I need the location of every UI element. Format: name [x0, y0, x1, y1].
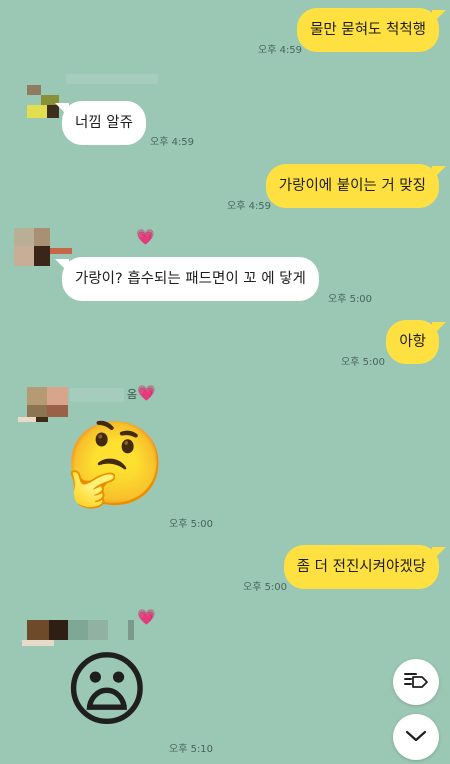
avatar-pixel — [27, 405, 47, 417]
scroll-down-button[interactable] — [393, 714, 439, 760]
message-time: 오후 4:59 — [150, 137, 195, 148]
avatar[interactable] — [14, 228, 36, 246]
list-tag-icon — [403, 669, 429, 695]
my-message-bubble[interactable]: 아항 — [386, 320, 439, 364]
avatar[interactable] — [27, 387, 47, 405]
other-message-bubble[interactable]: 너낌 알쥬 — [62, 101, 146, 145]
message-time: 오후 5:00 — [341, 357, 386, 368]
avatar[interactable] — [27, 85, 41, 95]
anguished-face-emoji[interactable]: 😦 — [64, 650, 149, 732]
avatar-pixel — [47, 105, 59, 118]
avatar-pixel — [14, 246, 34, 266]
bubble-tail — [432, 322, 446, 336]
my-message-bubble[interactable]: 좀 더 전진시켜야겠당 — [283, 545, 439, 589]
bubble-tail — [432, 166, 446, 180]
other-message-bubble[interactable]: 가랑이? 흡수되는 패드면이 꼬 에 닿게 — [62, 257, 319, 301]
message-time: 오후 5:00 — [169, 519, 214, 530]
avatar-pixel — [50, 248, 72, 254]
heart-icon: 💗 — [137, 608, 156, 626]
avatar-pixel — [128, 620, 134, 640]
avatar-pixel — [34, 246, 50, 266]
avatar-pixel — [22, 640, 54, 646]
avatar[interactable] — [27, 620, 49, 640]
avatar-pixel — [27, 105, 47, 118]
message-time: 오후 4:59 — [258, 45, 303, 56]
my-message-bubble[interactable]: 물만 묻혀도 척척행 — [297, 8, 439, 52]
avatar-pixel — [49, 620, 68, 640]
message-time: 오후 5:00 — [328, 294, 373, 305]
message-time: 오후 4:59 — [227, 201, 272, 212]
avatar-pixel — [88, 620, 108, 640]
my-message-bubble[interactable]: 가랑이에 붙이는 거 맞징 — [265, 164, 439, 208]
avatar-pixel — [36, 417, 48, 422]
avatar-pixel — [68, 620, 88, 640]
sender-name — [70, 388, 124, 402]
chevron-down-icon — [405, 728, 427, 747]
avatar-pixel — [34, 228, 50, 246]
heart-icon: 💗 — [136, 228, 155, 246]
avatar-pixel — [47, 387, 68, 405]
sender-name-fragment: 옴 — [127, 388, 138, 401]
avatar-pixel — [47, 405, 68, 417]
heart-icon: 💗 — [137, 384, 156, 402]
message-time: 오후 5:00 — [243, 582, 288, 593]
thinking-face-emoji[interactable]: 🤔 — [64, 424, 166, 506]
sender-name — [66, 74, 158, 84]
message-time: 오후 5:10 — [169, 744, 214, 755]
shortcut-button[interactable] — [393, 659, 439, 705]
